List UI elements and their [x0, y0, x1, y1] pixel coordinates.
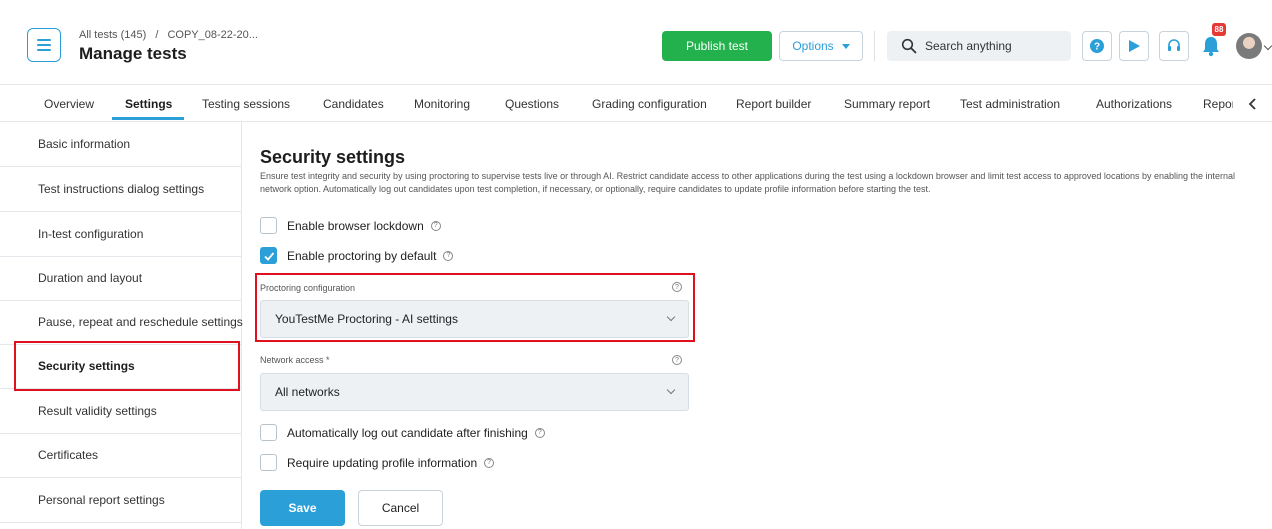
section-title: Security settings	[260, 147, 406, 167]
tab-report-builder[interactable]: Report builder	[736, 85, 811, 122]
require-profile-label: Require updating profile information	[287, 455, 478, 470]
header-vertical-divider	[874, 31, 875, 61]
help-circle-icon[interactable]: ?	[672, 282, 682, 292]
tab-testing-sessions[interactable]: Testing sessions	[202, 85, 290, 122]
chevron-down-icon	[666, 385, 676, 395]
breadcrumb-current: COPY_08-22-20...	[167, 29, 258, 41]
help-button[interactable]: ?	[1082, 31, 1112, 61]
search-input[interactable]	[925, 39, 1055, 53]
tab-questions[interactable]: Questions	[505, 85, 559, 122]
proctoring-configuration-label: Proctoring configuration	[260, 283, 356, 293]
require-profile-checkbox[interactable]	[260, 454, 277, 471]
tab-overview[interactable]: Overview	[44, 85, 94, 122]
tab-summary-report[interactable]: Summary report	[844, 85, 930, 122]
proctoring-configuration-select[interactable]: YouTestMe Proctoring - AI settings	[260, 300, 689, 338]
play-tutorial-button[interactable]	[1119, 31, 1149, 61]
help-circle-icon[interactable]: ?	[430, 220, 441, 231]
help-circle-icon[interactable]: ?	[534, 427, 545, 438]
search-box[interactable]	[887, 31, 1071, 61]
avatar[interactable]	[1236, 33, 1262, 59]
sidebar-item-basic-information[interactable]: Basic information	[0, 122, 242, 167]
options-label: Options	[792, 39, 834, 53]
tab-candidates[interactable]: Candidates	[323, 85, 384, 122]
proctoring-configuration-value: YouTestMe Proctoring - AI settings	[275, 312, 458, 326]
active-tab-indicator	[112, 117, 184, 120]
security-settings-highlight	[14, 341, 240, 391]
settings-sidebar: Basic information Test instructions dial…	[0, 122, 243, 529]
breadcrumb-separator: /	[155, 29, 159, 41]
sidebar-item-test-instructions[interactable]: Test instructions dialog settings	[0, 167, 242, 212]
auto-logout-label: Automatically log out candidate after fi…	[287, 425, 528, 440]
save-button[interactable]: Save	[260, 490, 345, 526]
options-button[interactable]: Options	[779, 31, 863, 61]
support-button[interactable]	[1159, 31, 1189, 61]
sidebar-item-certificates[interactable]: Certificates	[0, 433, 242, 478]
search-icon	[901, 38, 917, 54]
tab-monitoring[interactable]: Monitoring	[414, 85, 470, 122]
tab-reports-truncated[interactable]: Repor	[1203, 85, 1233, 122]
help-circle-icon[interactable]: ?	[672, 355, 682, 365]
headset-icon	[1168, 39, 1180, 51]
network-access-select[interactable]: All networks	[260, 373, 689, 411]
tab-grading-configuration[interactable]: Grading configuration	[592, 85, 707, 122]
question-icon: ?	[1090, 39, 1104, 53]
caret-down-icon	[841, 43, 850, 49]
tab-authorizations[interactable]: Authorizations	[1096, 85, 1172, 122]
section-description: Ensure test integrity and security by us…	[260, 171, 1236, 194]
sidebar-item-result-validity[interactable]: Result validity settings	[0, 389, 242, 434]
svg-text:?: ?	[1094, 42, 1100, 53]
sidebar-item-in-test-configuration[interactable]: In-test configuration	[0, 212, 242, 257]
proctoring-default-label: Enable proctoring by default	[287, 248, 437, 263]
auto-logout-option[interactable]: Automatically log out candidate after fi…	[260, 424, 545, 441]
proctoring-default-option[interactable]: Enable proctoring by default ?	[260, 247, 454, 264]
browser-lockdown-label: Enable browser lockdown	[287, 218, 424, 233]
play-icon	[1129, 40, 1140, 52]
chevron-left-icon[interactable]	[1246, 97, 1260, 111]
tab-bar: Overview Settings Testing sessions Candi…	[0, 85, 1272, 122]
require-profile-option[interactable]: Require updating profile information ?	[260, 454, 495, 471]
checkmark-icon	[263, 251, 274, 261]
page-title: Manage tests	[79, 44, 187, 63]
tab-test-administration[interactable]: Test administration	[960, 85, 1060, 122]
browser-lockdown-option[interactable]: Enable browser lockdown ?	[260, 217, 441, 234]
help-circle-icon[interactable]: ?	[484, 457, 495, 468]
hamburger-icon	[37, 36, 51, 54]
notification-count-badge: 88	[1212, 23, 1226, 36]
network-access-value: All networks	[275, 385, 340, 399]
sidebar-item-personal-report[interactable]: Personal report settings	[0, 478, 242, 523]
breadcrumb: All tests (145) / COPY_08-22-20...	[79, 29, 258, 41]
sidebar-item-pause-repeat[interactable]: Pause, repeat and reschedule settings	[0, 300, 243, 345]
menu-button[interactable]	[27, 28, 61, 62]
proctoring-default-checkbox[interactable]	[260, 247, 277, 264]
cancel-button[interactable]: Cancel	[358, 490, 443, 526]
sidebar-item-duration-layout[interactable]: Duration and layout	[0, 256, 242, 301]
bell-icon	[1203, 37, 1219, 57]
browser-lockdown-checkbox[interactable]	[260, 217, 277, 234]
publish-test-button[interactable]: Publish test	[662, 31, 772, 61]
help-circle-icon[interactable]: ?	[443, 250, 454, 261]
network-access-label: Network access *	[260, 355, 330, 365]
breadcrumb-parent[interactable]: All tests (145)	[79, 29, 146, 41]
chevron-down-icon	[666, 312, 676, 322]
auto-logout-checkbox[interactable]	[260, 424, 277, 441]
